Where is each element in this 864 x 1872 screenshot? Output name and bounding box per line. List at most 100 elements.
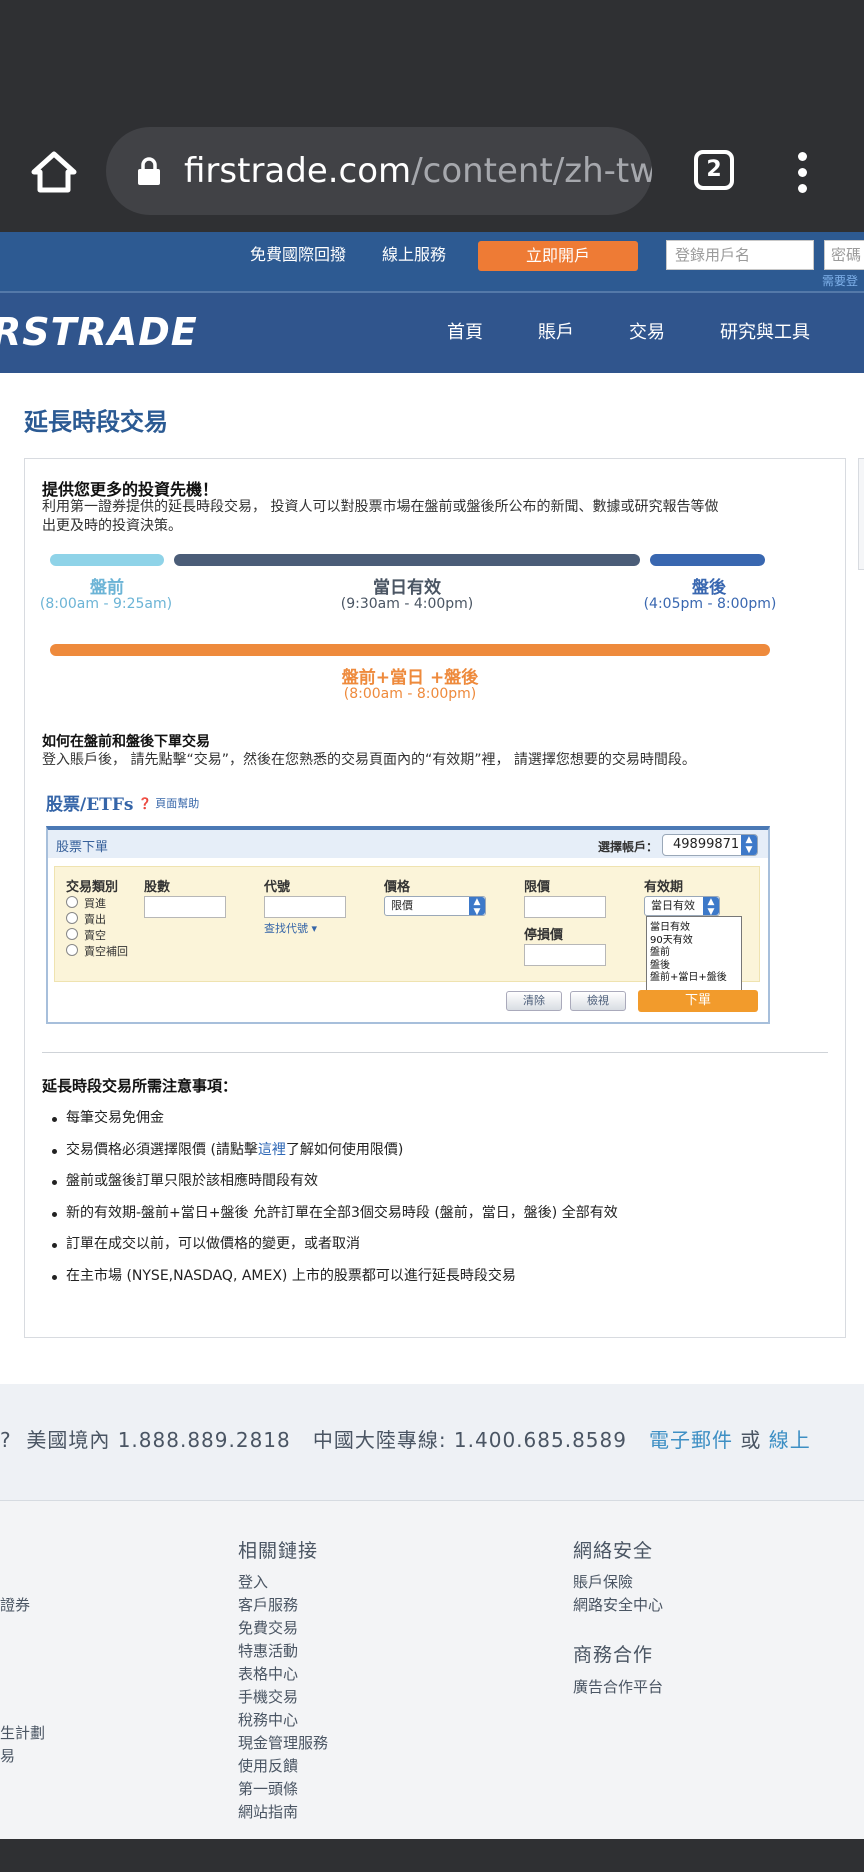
nav-home[interactable]: 首頁 bbox=[447, 293, 483, 373]
option-afterhours[interactable]: 盤後 bbox=[650, 960, 741, 973]
note-item: 盤前或盤後訂單只限於該相應時間段有效 bbox=[66, 1173, 318, 1189]
username-input[interactable]: 登錄用戶名 bbox=[666, 240, 814, 270]
password-input[interactable]: 密碼 bbox=[824, 240, 864, 270]
bullet bbox=[52, 1212, 57, 1217]
clear-button[interactable]: 清除 bbox=[506, 991, 562, 1011]
online-link[interactable]: 線上 bbox=[769, 1428, 811, 1452]
footer-fragment[interactable]: 生計劃 bbox=[0, 1722, 45, 1743]
intro-text-line2: 出更及時的投資決策。 bbox=[42, 518, 182, 534]
radio-short[interactable] bbox=[66, 928, 78, 940]
nav-research-tools[interactable]: 研究與工具 bbox=[720, 293, 810, 373]
radio-buy[interactable] bbox=[66, 896, 78, 908]
symbol-lookup-link[interactable]: 查找代號 ▾ bbox=[264, 920, 317, 936]
account-value: 49899871 bbox=[673, 837, 740, 852]
cn-phone[interactable]: 中國大陸專線: 1.400.685.8589 bbox=[313, 1428, 627, 1452]
footer-link[interactable]: 第一頭條 bbox=[238, 1778, 298, 1799]
limit-help-link[interactable]: 這裡 bbox=[258, 1142, 286, 1158]
combined-label: 盤前+當日 +盤後 bbox=[341, 668, 479, 688]
security-heading: 網絡安全 bbox=[573, 1540, 654, 1562]
tabs-icon[interactable]: 2 bbox=[694, 150, 734, 190]
shares-input[interactable] bbox=[144, 896, 226, 918]
limit-input[interactable] bbox=[524, 896, 606, 918]
note-item: 在主市場 (NYSE,NASDAQ, AMEX) 上市的股票都可以進行延長時段交… bbox=[66, 1268, 516, 1284]
footer-link[interactable]: 現金管理服務 bbox=[238, 1732, 328, 1753]
stop-input[interactable] bbox=[524, 944, 606, 966]
place-order-button[interactable]: 下單 bbox=[638, 990, 758, 1012]
footer-link[interactable]: 客戶服務 bbox=[238, 1594, 298, 1615]
account-label: 選擇帳戶： bbox=[598, 840, 659, 854]
page-title: 延長時段交易 bbox=[24, 408, 168, 436]
symbol-input[interactable] bbox=[264, 896, 346, 918]
option-all-sessions[interactable]: 盤前+當日+盤後 bbox=[650, 972, 741, 985]
note-text: 交易價格必須選擇限價 (請點擊 bbox=[66, 1142, 258, 1158]
afterhours-label: 盤後 bbox=[692, 578, 726, 598]
howto-heading: 如何在盤前和盤後下單交易 bbox=[42, 734, 210, 750]
note-item: 新的有效期-盤前+當日+盤後 允許訂單在全部3個交易時段 (盤前，當日，盤後) … bbox=[66, 1205, 618, 1221]
bullet bbox=[52, 1180, 57, 1185]
footer-link[interactable]: 廣告合作平台 bbox=[573, 1676, 663, 1697]
price-label: 價格 bbox=[384, 880, 411, 895]
open-account-button[interactable]: 立即開戶 bbox=[478, 241, 638, 271]
email-link[interactable]: 電子郵件 bbox=[649, 1428, 733, 1452]
footer-link[interactable]: 免費交易 bbox=[238, 1617, 298, 1638]
site-logo[interactable]: RSTRADE bbox=[0, 310, 198, 354]
bullet bbox=[52, 1117, 57, 1122]
footer-link[interactable]: 表格中心 bbox=[238, 1663, 298, 1684]
review-button[interactable]: 檢視 bbox=[570, 991, 626, 1011]
footer-link[interactable]: 特惠活動 bbox=[238, 1640, 298, 1661]
nav-account[interactable]: 賬戶 bbox=[538, 293, 574, 373]
premarket-bar bbox=[50, 554, 164, 566]
contact-lead: ? bbox=[0, 1428, 12, 1452]
url-host: firstrade.com bbox=[184, 151, 412, 191]
contact-info: ? 美國境內 1.888.889.2818 中國大陸專線: 1.400.685.… bbox=[0, 1424, 811, 1453]
note-item: 每筆交易免佣金 bbox=[66, 1110, 164, 1126]
radio-sell[interactable] bbox=[66, 912, 78, 924]
type-label: 交易類別 bbox=[66, 880, 119, 895]
footer-link[interactable]: 網站指南 bbox=[238, 1801, 298, 1822]
related-links-heading: 相關鏈接 bbox=[238, 1540, 319, 1562]
footer-link[interactable]: 登入 bbox=[238, 1571, 268, 1592]
footer bbox=[0, 1501, 864, 1839]
more-vert-icon[interactable] bbox=[792, 150, 812, 194]
system-nav-bar bbox=[0, 1839, 864, 1872]
help-link[interactable]: ❓ 頁面幫助 bbox=[138, 795, 199, 811]
regular-bar bbox=[174, 554, 640, 566]
validity-select[interactable]: 當日有效 ▲ ▼ bbox=[644, 896, 720, 917]
radio-sell-label: 賣出 bbox=[84, 913, 106, 926]
lock-icon bbox=[138, 157, 160, 185]
option-day[interactable]: 當日有效 bbox=[650, 922, 741, 935]
option-90day[interactable]: 90天有效 bbox=[650, 935, 741, 948]
regular-time: (9:30am - 4:00pm) bbox=[340, 596, 474, 612]
address-bar[interactable]: firstrade.com/content/zh-tw/ bbox=[106, 127, 652, 215]
nav-trade[interactable]: 交易 bbox=[629, 293, 665, 373]
account-select[interactable]: 49899871 ▲ ▼ bbox=[662, 834, 758, 856]
us-phone[interactable]: 美國境內 1.888.889.2818 bbox=[26, 1428, 290, 1452]
radio-buy-label: 買進 bbox=[84, 897, 106, 910]
combined-time: (8:00am - 8:00pm) bbox=[343, 686, 477, 702]
footer-link[interactable]: 賬戶保險 bbox=[573, 1571, 633, 1592]
price-select[interactable]: 限價 ▲ ▼ bbox=[384, 896, 486, 917]
register-link[interactable]: 需要登 bbox=[822, 272, 858, 289]
select-arrows-icon: ▲ ▼ bbox=[469, 897, 485, 917]
footer-link[interactable]: 稅務中心 bbox=[238, 1709, 298, 1730]
afterhours-bar bbox=[650, 554, 765, 566]
home-icon[interactable] bbox=[30, 150, 78, 194]
limit-label: 限價 bbox=[524, 880, 551, 895]
note-item-limit: 交易價格必須選擇限價 (請點擊這裡了解如何使用限價) bbox=[66, 1139, 403, 1159]
note-item: 訂單在成交以前，可以做價格的變更，或者取消 bbox=[66, 1236, 360, 1252]
side-tab bbox=[858, 458, 864, 570]
footer-link[interactable]: 手機交易 bbox=[238, 1686, 298, 1707]
business-heading: 商務合作 bbox=[573, 1644, 654, 1666]
footer-link[interactable]: 使用反饋 bbox=[238, 1755, 298, 1776]
bullet bbox=[52, 1149, 57, 1154]
online-service-link[interactable]: 線上服務 bbox=[382, 232, 446, 278]
footer-fragment[interactable]: 易 bbox=[0, 1745, 15, 1766]
option-premarket[interactable]: 盤前 bbox=[650, 947, 741, 960]
callback-link[interactable]: 免費國際回撥 bbox=[250, 232, 346, 278]
radio-cover[interactable] bbox=[66, 944, 78, 956]
validity-value: 當日有效 bbox=[651, 899, 695, 912]
footer-link[interactable]: 網路安全中心 bbox=[573, 1594, 663, 1615]
validity-dropdown[interactable]: 當日有效 90天有效 盤前 盤後 盤前+當日+盤後 bbox=[646, 916, 742, 994]
help-link-label: 頁面幫助 bbox=[155, 797, 200, 810]
footer-fragment[interactable]: 證券 bbox=[0, 1594, 30, 1615]
